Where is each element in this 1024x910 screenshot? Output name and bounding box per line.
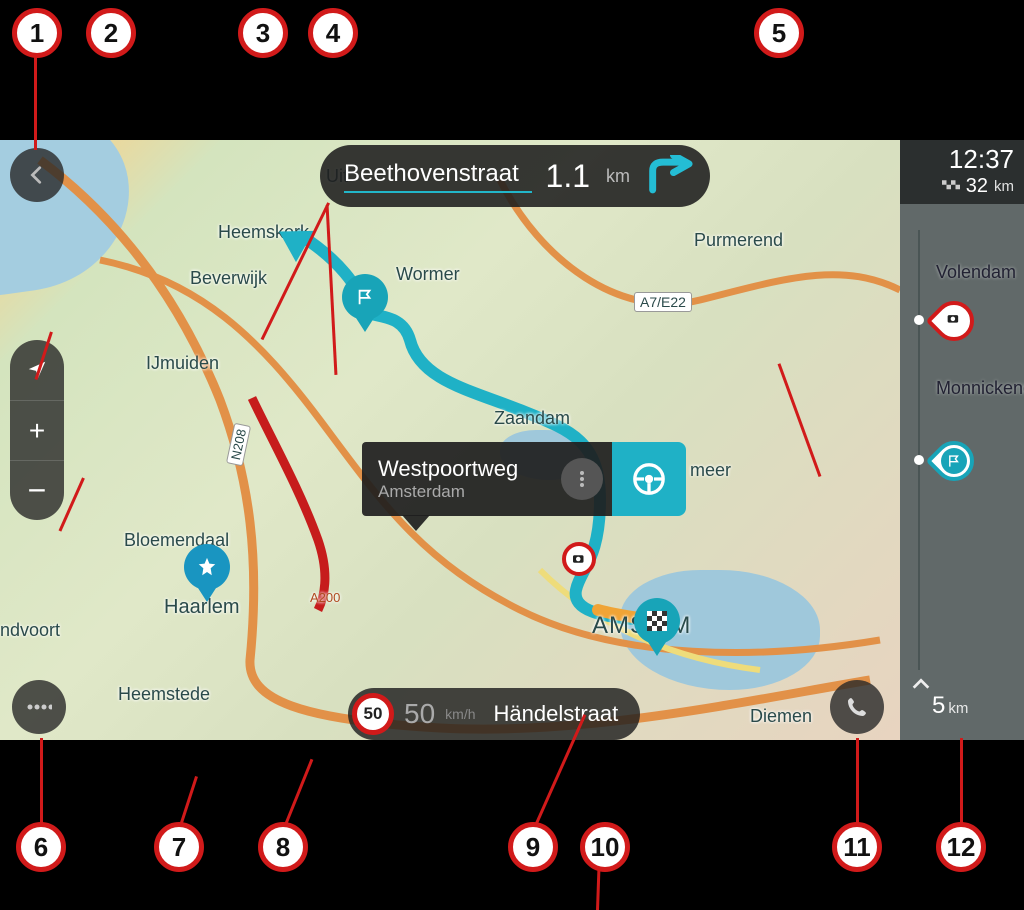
speed-limit-sign: 50 (352, 693, 394, 735)
road-shield: A200 (310, 590, 340, 605)
callout-10: 10 (580, 822, 630, 872)
map-label: Monnickendam (936, 378, 1024, 399)
map-label: IJmuiden (146, 353, 219, 374)
waypoint-pin-icon (926, 433, 983, 490)
phone-icon (845, 695, 869, 719)
road-shield: A7/E22 (634, 292, 692, 312)
destination-marker[interactable] (634, 598, 680, 644)
callout-3: 3 (238, 8, 288, 58)
callout-7: 7 (154, 822, 204, 872)
more-icon (561, 458, 603, 500)
phone-button[interactable] (830, 680, 884, 734)
arrival-time: 12:37 (900, 144, 1014, 175)
callout-line (960, 738, 963, 830)
main-menu-button[interactable] (12, 680, 66, 734)
callout-5: 5 (754, 8, 804, 58)
map-label: Zaandam (494, 408, 570, 429)
flag-icon (356, 288, 374, 306)
checkered-flag-icon (647, 611, 667, 631)
checkered-flag-icon (942, 180, 960, 194)
speed-unit: km/h (445, 706, 475, 722)
next-instruction-panel[interactable]: Beethovenstraat 1.1 km (320, 145, 710, 207)
pin-tail (198, 588, 216, 602)
map-label: Diemen (750, 706, 812, 727)
map-label: Beverwijk (190, 268, 267, 289)
callout-6: 6 (16, 822, 66, 872)
scale-value: 5 (932, 692, 945, 720)
dots-icon (26, 702, 52, 712)
remaining-distance-value: 32 (966, 175, 988, 198)
callout-9: 9 (508, 822, 558, 872)
remaining-distance-unit: km (994, 178, 1014, 195)
map-canvas[interactable]: Heemskerk Beverwijk IJmuiden Bloemendaal… (0, 140, 900, 740)
map-label: Purmerend (694, 230, 783, 251)
map-label: meer (690, 460, 731, 481)
popup-tail (402, 515, 430, 531)
chevron-left-icon (26, 164, 48, 186)
current-street: Händelstraat (494, 701, 619, 727)
speed-limit-value: 50 (364, 704, 383, 724)
timeline-dot (914, 315, 924, 325)
view-zoom-control: + − (10, 340, 64, 520)
camera-icon (570, 550, 588, 568)
callout-2: 2 (86, 8, 136, 58)
location-info[interactable]: Westpoortweg Amsterdam (362, 442, 552, 516)
camera-pin-icon (926, 293, 983, 350)
back-button[interactable] (10, 148, 64, 202)
steering-wheel-icon (629, 459, 669, 499)
scale-unit: km (948, 700, 968, 717)
map-label: Heemstede (118, 684, 210, 705)
callout-line (856, 738, 859, 830)
pin-tail (356, 318, 374, 332)
next-distance-value: 1.1 (546, 158, 590, 195)
zoom-in-button[interactable]: + (10, 400, 64, 460)
timeline-dot (914, 455, 924, 465)
arrival-panel: 12:37 32 km (900, 140, 1024, 204)
waypoint-marker[interactable] (342, 274, 388, 320)
drive-here-button[interactable] (612, 442, 686, 516)
next-distance-unit: km (606, 166, 630, 187)
favorite-marker[interactable] (184, 544, 230, 590)
callout-11: 11 (832, 822, 882, 872)
turn-right-arrow-icon (644, 155, 696, 197)
location-name: Westpoortweg (378, 456, 534, 482)
callout-8: 8 (258, 822, 308, 872)
route-timeline (918, 230, 920, 670)
zoom-out-button[interactable]: − (10, 460, 64, 520)
callout-4: 4 (308, 8, 358, 58)
speed-panel[interactable]: 50 50 km/h Händelstraat (348, 688, 640, 740)
location-city: Amsterdam (378, 482, 534, 502)
callout-line (34, 55, 37, 150)
pin-tail (648, 642, 666, 656)
map-label: Volendam (936, 262, 1016, 283)
chevron-up-icon (910, 673, 932, 700)
next-street: Beethovenstraat (344, 160, 532, 193)
map-label: Wormer (396, 264, 460, 285)
speed-camera-marker[interactable] (562, 542, 596, 576)
location-more-button[interactable] (552, 442, 612, 516)
selected-location-popup: Westpoortweg Amsterdam (362, 442, 686, 516)
star-icon (196, 556, 218, 578)
callout-line (40, 738, 43, 830)
callout-1: 1 (12, 8, 62, 58)
route-bar[interactable]: 12:37 32 km Volendam Monnickendam (900, 140, 1024, 740)
callout-12: 12 (936, 822, 986, 872)
map-label: ndvoort (0, 620, 60, 641)
current-speed-value: 50 (404, 698, 435, 730)
route-scale: 5 km (932, 692, 968, 720)
